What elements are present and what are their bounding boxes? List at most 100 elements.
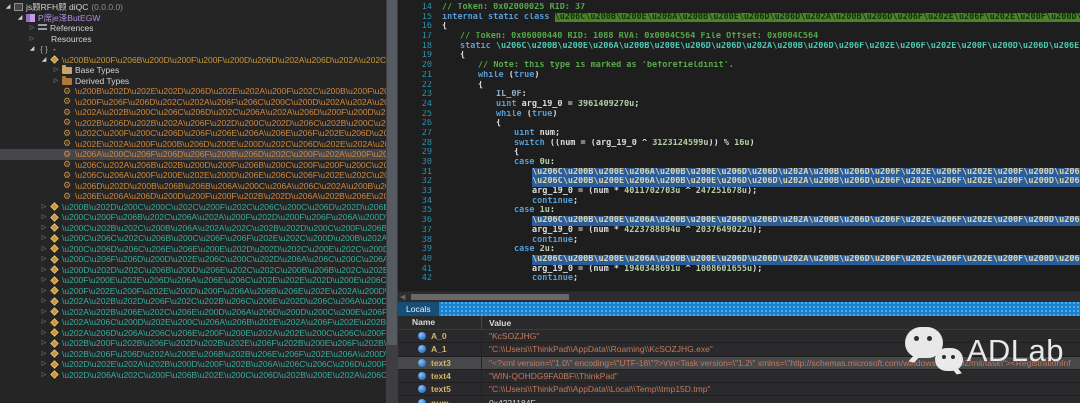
line-number: 27 [398,129,442,139]
code-line: 19{ [398,51,1080,61]
tree-item[interactable]: ▷\u200C\u206D\u206C\u206E\u206E\u200E\u2… [0,244,386,255]
locals-row[interactable]: num0x4221184F [398,396,1080,403]
tree-item[interactable]: ⚙\u202E\u202A\u200F\u200B\u206D\u200E\u2… [0,139,386,150]
code-editor[interactable]: 14// Token: 0x02000025 RID: 3715internal… [398,0,1080,291]
expand-arrow-icon[interactable]: ▷ [38,328,50,338]
tree-item[interactable]: ◢js顾RFH顾 diQC(0.0.0.0) [0,2,386,13]
expand-arrow-icon[interactable]: ▷ [38,349,50,359]
tree-item[interactable]: ⚙\u206D\u202D\u200B\u206B\u206B\u206A\u2… [0,181,386,192]
tree-item[interactable]: ▷\u202D\u202E\u202A\u202B\u200D\u200F\u2… [0,359,386,370]
collapse-arrow-icon[interactable]: ◢ [38,55,50,65]
locals-titlebar[interactable]: Locals [398,302,1080,316]
tree-item[interactable]: ▷\u202D\u206A\u202C\u200F\u206B\u202E\u2… [0,370,386,381]
tree-item-label: \u202A\u202B\u206E\u202C\u206E\u200D\u20… [62,307,386,317]
tree-item[interactable]: ▷\u200B\u202D\u200C\u200C\u202C\u200F\u2… [0,202,386,213]
tree-item-label: \u202E\u202A\u200F\u200B\u206D\u200E\u20… [75,139,386,149]
locals-row[interactable]: A_0"KcSOZJHG" [398,330,1080,343]
expand-arrow-icon[interactable]: ▷ [38,370,50,380]
expand-arrow-icon[interactable]: ▷ [26,34,38,44]
tree-item-label: Base Types [75,65,119,75]
expand-arrow-icon[interactable]: ▷ [38,254,50,264]
expand-arrow-icon[interactable]: ▷ [38,286,50,296]
tree-item[interactable]: ◢{ }- [0,44,386,55]
tree-scrollbar[interactable] [386,0,398,403]
tree-item[interactable]: ▷ \u202A\u202B\u206E\u202C\u206E\u200D\u2… [0,307,386,318]
code-text: ^ [680,187,695,197]
tree-item[interactable]: ▷\u200C\u200F\u206B\u202C\u206A\u202A\u2… [0,212,386,223]
collapse-arrow-icon[interactable]: ◢ [2,2,14,12]
class-icon [50,339,58,347]
code-line: 16{ [398,22,1080,32]
locals-row[interactable]: text5"C:\\Users\\ThinkPad\\AppData\\Loca… [398,383,1080,396]
tree-scrollbar-thumb[interactable] [387,0,397,345]
tree-item[interactable]: ▷\u200C\u206F\u206D\u200D\u202E\u206C\u2… [0,254,386,265]
code-horizontal-scrollbar[interactable]: ◀ [398,291,1080,302]
code-text: ; [573,197,578,207]
code-text: ((num = (arg_19_0 ^ [545,139,652,149]
expand-arrow-icon[interactable]: ▷ [38,338,50,348]
tree-item[interactable]: ⚙\u202A\u202B\u200C\u206C\u206D\u202C\u2… [0,107,386,118]
tree-item[interactable]: ▷\u202A\u202B\u202D\u206F\u202C\u202B\u2… [0,296,386,307]
tree-item[interactable]: ⚙\u202C\u200F\u200C\u206D\u206F\u206E\u2… [0,128,386,139]
tree-item[interactable]: ▷\u200D\u202D\u202C\u206B\u200D\u206E\u2… [0,265,386,276]
tree-item[interactable]: ▷Derived Types [0,76,386,87]
tree-item[interactable]: ⚙\u206E\u206A\u206D\u200D\u200F\u200F\u2… [0,191,386,202]
locals-title: Locals [398,302,439,316]
tree-item[interactable]: ▷ Base Types [0,65,386,76]
collapse-arrow-icon[interactable]: ◢ [26,44,38,54]
expand-arrow-icon[interactable]: ▷ [38,307,50,317]
locals-row[interactable]: A_1"C:\\Users\\ThinkPad\\AppData\\Roamin… [398,343,1080,356]
tree-item[interactable]: ⚙\u202B\u206D\u202B\u202A\u206F\u202D\u2… [0,118,386,129]
tree-item[interactable]: ◢P席je泽ButEGW [0,13,386,24]
tree-item[interactable]: ◢\u200B\u200F\u206B\u200D\u200F\u200F\u2… [0,55,386,66]
expand-arrow-icon[interactable]: ▷ [38,212,50,222]
titlebar-grip-dots [439,302,1080,316]
tree-item[interactable]: ⚙\u206C\u206A\u200F\u200E\u202E\u200D\u2… [0,170,386,181]
class-icon [50,245,58,253]
tree-item[interactable]: ⚙\u200F\u206F\u206D\u202C\u202A\u206F\u2… [0,97,386,108]
tree-item[interactable]: ▷\u202B\u206F\u206D\u202A\u200E\u206B\u2… [0,349,386,360]
code-text: ( [522,110,532,120]
tree-item[interactable]: ▷\u200C\u206C\u202C\u206B\u200C\u206F\u2… [0,233,386,244]
expand-arrow-icon[interactable]: ▷ [38,317,50,327]
number-literal: 2037649022u [696,226,752,236]
expand-arrow-icon[interactable]: ▷ [50,76,62,86]
tree-item[interactable]: ▷Resources [0,34,386,45]
code-horizontal-scrollbar-thumb[interactable] [411,294,569,300]
expand-arrow-icon[interactable]: ▷ [38,202,50,212]
code-line: 15internal static class \u206C\u200B\u20… [398,13,1080,23]
assembly-version: (0.0.0.0) [91,2,123,12]
expand-arrow-icon[interactable]: ▷ [38,223,50,233]
tree-item[interactable]: ▷\u200F\u202E\u200F\u202E\u200D\u200F\u2… [0,286,386,297]
tree-item[interactable]: ▷\u200F\u200E\u202E\u206D\u206A\u206E\u2… [0,275,386,286]
tree-item[interactable]: ⚙\u200B\u202D\u202E\u202D\u206D\u202E\u2… [0,86,386,97]
expand-arrow-icon[interactable]: ▷ [38,296,50,306]
scroll-left-arrow-icon[interactable]: ◀ [400,293,405,302]
expand-arrow-icon[interactable]: ▷ [38,265,50,275]
expand-arrow-icon[interactable]: ▷ [38,233,50,243]
number-literal: 1940348691u [624,265,680,275]
tree-item[interactable]: ⚙\u206A\u200C\u206F\u206D\u206F\u200B\u2… [0,149,386,160]
code-line: 14// Token: 0x02000025 RID: 37 [398,3,1080,13]
tree-item[interactable]: ▷\u202B\u200F\u202B\u206F\u202D\u202B\u2… [0,338,386,349]
locals-row[interactable]: text3"<?xml version=\"1.0\" encoding=\"U… [398,357,1080,370]
method-icon: ⚙ [62,171,72,180]
tree-item[interactable]: ▷\u202A\u206D\u206A\u206C\u206E\u200F\u2… [0,328,386,339]
locals-row[interactable]: text4"WIN-QOHDG9FA0BF\\ThinkPad" [398,370,1080,383]
tree-item[interactable]: ▷\u200C\u202B\u202C\u200B\u206A\u202A\u2… [0,223,386,234]
tree-item[interactable]: ▷\u202A\u206C\u200D\u202E\u200C\u206A\u2… [0,317,386,328]
collapse-arrow-icon[interactable]: ◢ [14,13,26,23]
line-number: 33 [398,187,442,197]
expand-arrow-icon[interactable]: ▷ [38,359,50,369]
tree-item[interactable]: ⚙\u206C\u202A\u206B\u202B\u200D\u200F\u2… [0,160,386,171]
tree-item[interactable]: ▷References [0,23,386,34]
line-number: 40 [398,255,442,265]
method-icon: ⚙ [62,129,72,138]
expand-arrow-icon[interactable]: ▷ [50,65,62,75]
expand-arrow-icon[interactable]: ▷ [38,244,50,254]
expand-arrow-icon[interactable]: ▷ [26,23,38,33]
class-icon [50,297,58,305]
keyword: case [514,206,540,216]
expand-arrow-icon[interactable]: ▷ [38,275,50,285]
code-text: ; [634,100,639,110]
